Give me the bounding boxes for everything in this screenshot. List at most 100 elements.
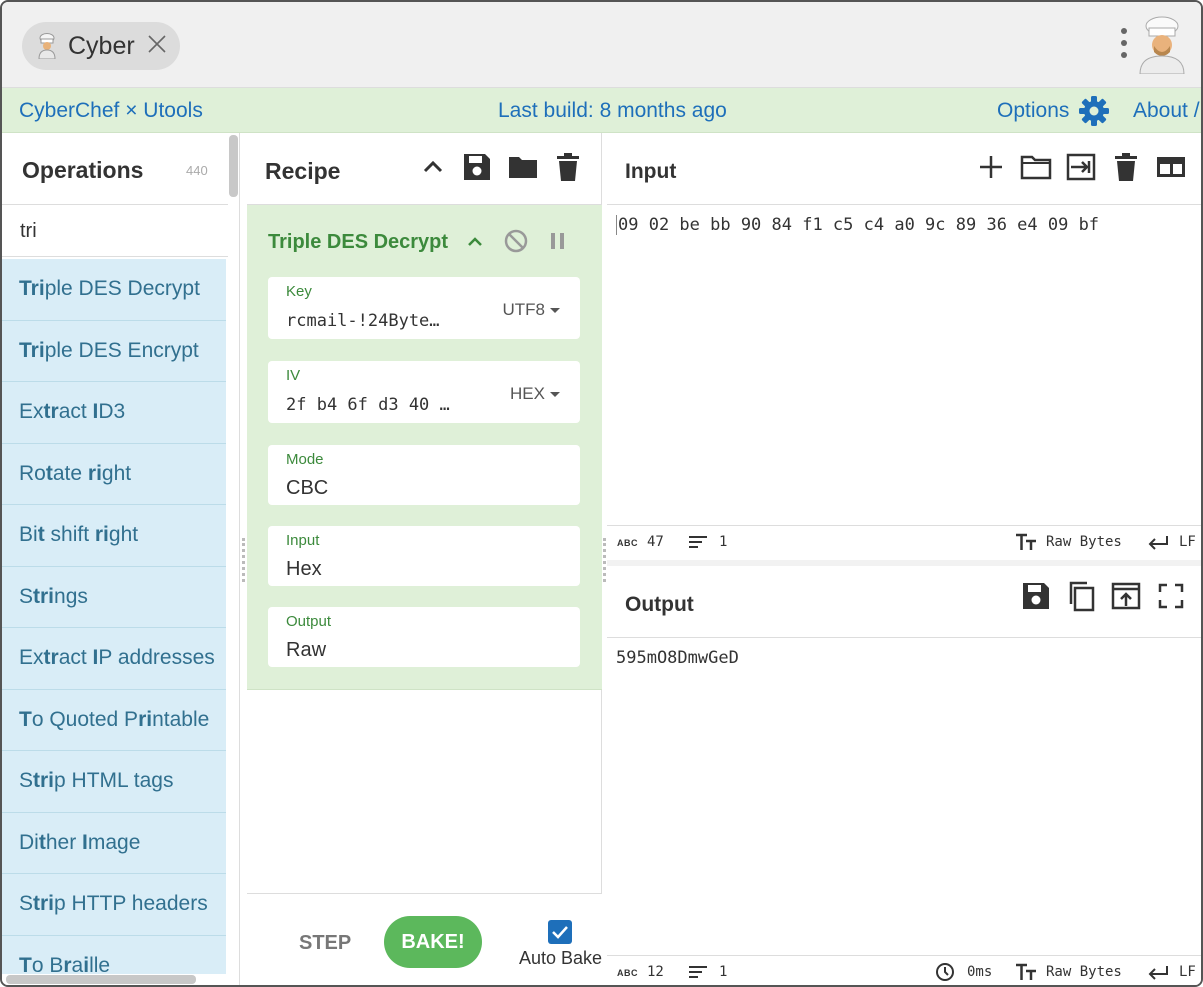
- key-encoding-dropdown[interactable]: UTF8: [503, 300, 561, 320]
- chevron-up-icon[interactable]: [461, 229, 489, 257]
- input-format-label: Input: [286, 532, 320, 549]
- key-label: Key: [286, 283, 312, 300]
- options-link[interactable]: Options: [997, 99, 1069, 123]
- operations-horizontal-scrollbar[interactable]: [6, 975, 196, 984]
- iv-label: IV: [286, 367, 301, 384]
- replace-input-icon[interactable]: [1110, 580, 1142, 612]
- avatar[interactable]: [1136, 16, 1188, 74]
- operation-item[interactable]: Triple DES Decrypt: [2, 259, 226, 321]
- pause-icon[interactable]: [544, 227, 572, 255]
- io-panel: Input 09 02 be bb 90 84 f1 c5 c4 a0 9c 8…: [607, 133, 1201, 985]
- operation-item[interactable]: Extract ID3: [2, 382, 226, 444]
- auto-bake-label: Auto Bake: [519, 948, 603, 968]
- operations-title: Operations: [22, 157, 144, 183]
- output-status-bar: ABC 12 1 0ms Raw Bytes LF: [607, 955, 1201, 985]
- input-textarea[interactable]: 09 02 be bb 90 84 f1 c5 c4 a0 9c 89 36 e…: [616, 215, 1099, 235]
- mode-label: Mode: [286, 451, 324, 468]
- save-icon[interactable]: [1020, 580, 1052, 612]
- operations-search-input[interactable]: tri: [2, 205, 228, 257]
- trash-icon[interactable]: [552, 151, 584, 183]
- app-window: Cyber CyberChef × Utools Last build: 8 m…: [0, 0, 1203, 987]
- trash-icon[interactable]: [1110, 151, 1142, 183]
- operation-item[interactable]: Strip HTTP headers: [2, 874, 226, 936]
- operations-panel: Operations 440 tri Triple DES Decrypt Tri…: [2, 133, 240, 985]
- operations-count: 440: [186, 163, 208, 178]
- operations-scrollbar[interactable]: [229, 135, 238, 197]
- input-encoding[interactable]: Raw Bytes: [1046, 534, 1122, 550]
- output-format-field[interactable]: Output Raw: [268, 607, 580, 667]
- chef-icon: [36, 33, 58, 59]
- output-format-select[interactable]: Raw: [286, 639, 326, 662]
- bake-button[interactable]: BAKE!: [384, 916, 482, 968]
- abc-icon: ABC: [617, 538, 638, 548]
- operation-item[interactable]: Extract IP addresses: [2, 628, 226, 690]
- recipe-footer: STEP BAKE! Auto Bake: [247, 893, 603, 985]
- input-eol[interactable]: LF: [1179, 534, 1196, 550]
- recipe-panel: Recipe Triple DES Decrypt Key rcmail-!24…: [247, 133, 603, 985]
- output-encoding[interactable]: Raw Bytes: [1046, 964, 1122, 980]
- operations-header: Operations 440: [2, 133, 228, 205]
- iv-encoding-dropdown[interactable]: HEX: [510, 384, 560, 404]
- iv-field[interactable]: IV 2f b4 6f d3 40 … HEX: [268, 361, 580, 423]
- app-name-link[interactable]: CyberChef × Utools: [19, 99, 203, 123]
- input-lines: 1: [719, 534, 728, 550]
- step-button[interactable]: STEP: [299, 932, 351, 955]
- recipe-title: Recipe: [265, 158, 341, 184]
- save-icon[interactable]: [461, 151, 493, 183]
- output-time: 0ms: [967, 964, 993, 980]
- text-size-icon[interactable]: [1015, 533, 1037, 551]
- mode-field[interactable]: Mode CBC: [268, 445, 580, 505]
- operation-item[interactable]: Dither Image: [2, 812, 226, 874]
- eol-icon: [1147, 965, 1169, 981]
- layout-icon[interactable]: [1155, 151, 1187, 183]
- plus-icon[interactable]: [975, 151, 1007, 183]
- mode-select[interactable]: CBC: [286, 477, 328, 500]
- operation-item[interactable]: Rotate right: [2, 443, 226, 505]
- about-link[interactable]: About /: [1133, 99, 1200, 123]
- gear-icon[interactable]: [1078, 95, 1110, 127]
- copy-icon[interactable]: [1065, 580, 1097, 612]
- lines-icon: [689, 535, 707, 549]
- operations-list: Triple DES Decrypt Triple DES Encrypt Extr…: [2, 259, 226, 974]
- key-field[interactable]: Key rcmail-!24Byte… UTF8: [268, 277, 580, 339]
- import-icon[interactable]: [1065, 151, 1097, 183]
- open-folder-icon[interactable]: [1020, 151, 1052, 183]
- close-icon[interactable]: [146, 33, 168, 55]
- banner: CyberChef × Utools Last build: 8 months …: [2, 88, 1201, 133]
- clock-icon: [935, 962, 955, 982]
- recipe-header: Recipe: [247, 133, 602, 205]
- tab-title: Cyber: [68, 31, 135, 60]
- iv-input[interactable]: 2f b4 6f d3 40 …: [286, 395, 450, 415]
- input-title: Input: [625, 160, 677, 183]
- output-eol[interactable]: LF: [1179, 964, 1196, 980]
- operation-item[interactable]: To Quoted Printable: [2, 689, 226, 751]
- folder-icon[interactable]: [507, 151, 539, 183]
- column-resizer[interactable]: [242, 538, 246, 582]
- lines-icon: [689, 965, 707, 979]
- auto-bake-checkbox[interactable]: [548, 920, 572, 944]
- key-input[interactable]: rcmail-!24Byte…: [286, 311, 440, 331]
- input-format-select[interactable]: Hex: [286, 558, 322, 581]
- app-tab[interactable]: Cyber: [22, 22, 180, 70]
- operation-item[interactable]: To Braille: [2, 935, 226, 974]
- recipe-operation-name: Triple DES Decrypt: [268, 231, 449, 253]
- operation-item[interactable]: Bit shift right: [2, 505, 226, 567]
- operation-item[interactable]: Strip HTML tags: [2, 751, 226, 813]
- operation-item[interactable]: Strings: [2, 566, 226, 628]
- eol-icon: [1147, 535, 1169, 551]
- input-format-field[interactable]: Input Hex: [268, 526, 580, 586]
- abc-icon: ABC: [617, 968, 638, 978]
- output-lines: 1: [719, 964, 728, 980]
- recipe-operation: Triple DES Decrypt Key rcmail-!24Byte… U…: [247, 205, 602, 690]
- title-bar: Cyber: [2, 2, 1201, 88]
- input-length: 47: [647, 534, 664, 550]
- output-textarea[interactable]: 595mO8DmwGeD: [616, 648, 739, 668]
- chevron-up-icon[interactable]: [417, 151, 449, 183]
- fullscreen-icon[interactable]: [1155, 580, 1187, 612]
- input-status-bar: ABC 47 1 Raw Bytes LF: [607, 525, 1201, 558]
- output-header: Output: [607, 566, 1201, 638]
- disable-icon[interactable]: [502, 227, 530, 255]
- text-size-icon[interactable]: [1015, 963, 1037, 981]
- more-menu-icon[interactable]: [1114, 28, 1134, 62]
- operation-item[interactable]: Triple DES Encrypt: [2, 320, 226, 382]
